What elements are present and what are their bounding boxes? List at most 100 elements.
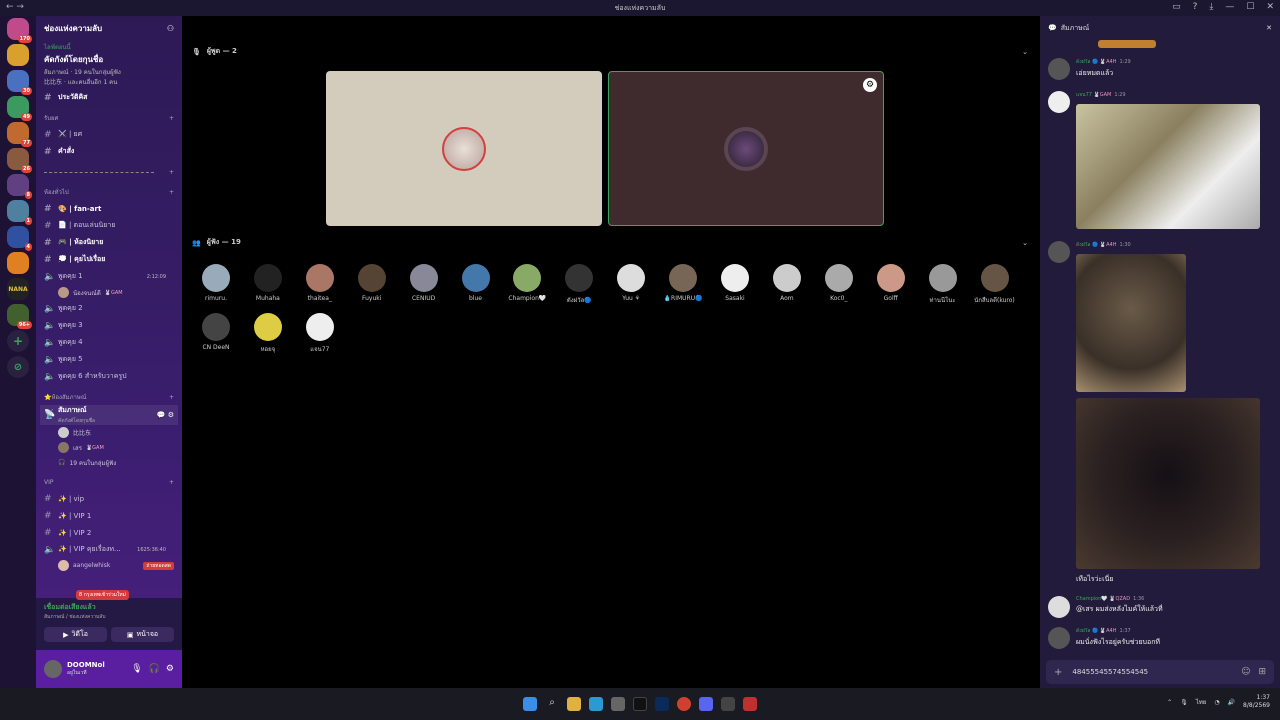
audience-member[interactable]: นักสืบลดี(kuro) — [971, 264, 1019, 305]
server-icon-5[interactable]: 77 — [7, 122, 32, 147]
server-icon-7[interactable]: 8 — [7, 174, 32, 199]
audience-member[interactable]: Champion🤍 — [503, 264, 551, 302]
file-explorer-icon[interactable] — [567, 697, 581, 711]
chrome-icon[interactable] — [677, 697, 691, 711]
channel-novel[interactable]: # 📄 | ตอนเล่นนิยาย — [36, 217, 182, 234]
add-channel-icon[interactable]: + — [169, 189, 174, 196]
audience-member[interactable]: CN DeeN — [192, 313, 240, 351]
channel-fanart[interactable]: # 🎨 | fan-art — [36, 200, 182, 217]
server-icon-10[interactable] — [7, 252, 29, 274]
close-icon[interactable]: ✕ — [1266, 24, 1272, 32]
channel-vip2[interactable]: # ✨ | VIP 2 — [36, 524, 182, 541]
avatar[interactable] — [44, 660, 62, 678]
chat-icon[interactable]: 💬 ⚙ — [157, 411, 174, 419]
minimize-button[interactable]: — — [1225, 2, 1234, 12]
wifi-icon[interactable]: ◔ — [1214, 699, 1219, 706]
explore-icon[interactable]: ⊘ — [7, 356, 29, 378]
message-author[interactable]: ดังฝวัล 🔵 — [1076, 628, 1098, 634]
audience-member[interactable]: thaitea_ — [296, 264, 344, 302]
microphone-icon[interactable]: 🎙 — [1180, 699, 1188, 706]
add-attachment-icon[interactable]: + — [1054, 667, 1062, 678]
audience-member[interactable]: ดังฝวัล🔵 — [555, 264, 603, 305]
chevron-down-icon[interactable]: ⌄ — [1022, 48, 1028, 56]
category-vip[interactable]: VIP + — [36, 474, 182, 490]
channel-story[interactable]: # 💭 | คุยไปเรื่อย — [36, 251, 182, 268]
windows-start-icon[interactable] — [523, 697, 537, 711]
clock[interactable]: 1:37 8/8/2569 — [1243, 694, 1270, 710]
video-button[interactable]: ▶ วิดีโอ — [44, 627, 107, 642]
message-author[interactable]: ดังฝวัล 🔵 — [1076, 59, 1098, 65]
voice-channel-talk4[interactable]: 🔈 พูดคุย 4 — [36, 334, 182, 351]
app-icon[interactable] — [721, 697, 735, 711]
message-input[interactable]: + 48455545574554545 ☺ ⊞ — [1046, 660, 1274, 684]
edge-icon[interactable] — [589, 697, 603, 711]
microphone-icon[interactable]: 🎙 — [131, 664, 142, 674]
voice-channel-vip[interactable]: 🔈 ✨ | VIP คุยเรื่องท... 1625:36:40 — [36, 541, 182, 558]
screen-share-button[interactable]: ▣ หน้าจอ — [111, 627, 174, 642]
category-interview[interactable]: ⭐ห้องสัมภาษณ์ + — [36, 389, 182, 405]
stage-channel-interview[interactable]: 📡 สัมภาษณ์ คัดกังต์โดยกุนชื่อ 💬 ⚙ — [40, 405, 178, 425]
chevron-up-icon[interactable]: ⌃ — [1167, 699, 1172, 706]
server-icon-nana[interactable]: NANA — [7, 278, 29, 300]
server-icon-4[interactable]: 49 — [7, 96, 32, 121]
gear-icon[interactable]: ⚙ — [863, 78, 877, 92]
back-arrow-icon[interactable]: ← → — [6, 2, 24, 12]
store-icon[interactable] — [611, 697, 625, 711]
channel-vip[interactable]: # ✨ | vip — [36, 490, 182, 507]
add-channel-icon[interactable]: + — [169, 479, 174, 486]
avatar[interactable] — [1048, 596, 1070, 618]
audience-member[interactable]: Aom — [763, 264, 811, 302]
audience-member[interactable]: Muhaha — [244, 264, 292, 302]
audience-member[interactable]: Sasaki — [711, 264, 759, 302]
channel-vip1[interactable]: # ✨ | VIP 1 — [36, 507, 182, 524]
audience-member[interactable]: 💧RIMURU🔵 — [659, 264, 707, 302]
server-icon-6[interactable]: 26 — [7, 148, 32, 173]
image-attachment[interactable] — [1076, 104, 1260, 229]
avatar[interactable] — [1048, 241, 1070, 263]
speaker-tile-1[interactable] — [326, 71, 602, 226]
app-icon-2[interactable] — [743, 697, 757, 711]
close-button[interactable]: ✕ — [1266, 2, 1274, 12]
headphones-icon[interactable]: 🎧 — [149, 664, 160, 674]
photoshop-icon[interactable] — [655, 697, 669, 711]
add-channel-icon[interactable]: + — [169, 394, 174, 401]
audience-member[interactable]: Koc0_ — [815, 264, 863, 302]
chevron-down-icon[interactable]: ⌄ — [1022, 239, 1028, 247]
gear-icon[interactable]: ⚙ — [166, 664, 174, 674]
voice-channel-talk2[interactable]: 🔈 พูดคุย 2 — [36, 300, 182, 317]
add-member-icon[interactable]: ⚇ — [167, 24, 174, 33]
stage-listeners[interactable]: 🎧 19 คนในกลุ่มผู้ฟัง — [36, 455, 182, 470]
image-attachment[interactable] — [1076, 254, 1186, 392]
language-indicator[interactable]: ไทย — [1196, 697, 1207, 707]
stage-user-1[interactable]: 比比东 — [36, 425, 182, 440]
search-icon[interactable]: ⌕ — [545, 697, 559, 711]
audience-member[interactable]: หอยจุ — [244, 313, 292, 354]
channel-pr[interactable]: # ประวัติคิส — [36, 89, 182, 106]
avatar[interactable] — [1048, 627, 1070, 649]
tiktok-icon[interactable] — [633, 697, 647, 711]
audience-member[interactable]: CENIUD — [400, 264, 448, 302]
apps-icon[interactable]: ⊞ — [1258, 667, 1266, 677]
live-event-card[interactable]: ไลฟ์ตอนนี้ คัดกังต์โดยกุนชื่อ ส้มภาษณ์ ·… — [36, 40, 182, 89]
server-icon-1[interactable]: 170 — [7, 18, 32, 43]
message-author[interactable]: Champion🤍 — [1076, 596, 1108, 602]
audience-member[interactable]: แจน77 — [296, 313, 344, 354]
audience-member[interactable]: rimuru. — [192, 264, 240, 302]
download-icon[interactable]: ⤓ — [1209, 2, 1213, 12]
volume-icon[interactable]: 🔊 — [1228, 699, 1235, 706]
discord-icon[interactable] — [699, 697, 713, 711]
voice-channel-talk1[interactable]: 🔈 พูดคุย 1 2:12:09 — [36, 268, 182, 285]
channel-cmd[interactable]: # คำสั่ง — [36, 143, 182, 160]
voice-channel-talk3[interactable]: 🔈 พูดคุย 3 — [36, 317, 182, 334]
server-icon-8[interactable]: 1 — [7, 200, 32, 225]
server-icon-12[interactable]: 96+ — [7, 304, 32, 329]
voice-channel-talk5[interactable]: 🔈 พูดคุย 5 — [36, 351, 182, 368]
voice-user[interactable]: aangelwhisk ถ่ายทอดสด — [36, 558, 182, 573]
image-attachment[interactable] — [1076, 398, 1260, 569]
server-header[interactable]: ช่องแห่งความลับ ⚇ — [36, 16, 182, 40]
voice-user[interactable]: น้องจนณ์ดี 🐰GAM — [36, 285, 182, 300]
audience-member[interactable]: blue — [452, 264, 500, 302]
channel-role[interactable]: # ⚔️ | ยศ — [36, 126, 182, 143]
server-icon-2[interactable] — [7, 44, 29, 66]
category-rules[interactable]: รับยศ + — [36, 110, 182, 126]
